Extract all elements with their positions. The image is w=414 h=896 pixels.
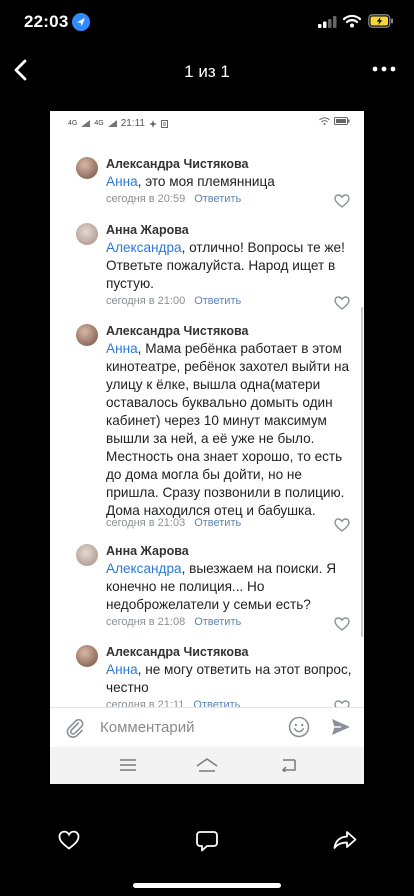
battery-icon xyxy=(368,14,393,28)
reply-button[interactable]: Ответить xyxy=(194,517,241,529)
home-indicator[interactable] xyxy=(133,883,281,888)
android-nav-bar xyxy=(50,747,364,784)
reply-button[interactable]: Ответить xyxy=(194,193,241,205)
heart-icon[interactable] xyxy=(334,296,350,310)
more-icon[interactable] xyxy=(372,62,396,76)
comment-body: , это моя племянница xyxy=(137,174,275,189)
comment-text: Анна, это моя племянница xyxy=(106,173,352,191)
wifi-icon xyxy=(319,117,330,125)
battery-icon xyxy=(334,117,350,125)
comment-author[interactable]: Анна Жарова xyxy=(106,223,189,237)
comment-text: Александра, отлично! Вопросы те же! Отве… xyxy=(106,239,352,293)
mention-link[interactable]: Анна xyxy=(106,174,138,189)
ios-status-bar: 22:03 xyxy=(0,0,414,44)
heart-icon[interactable] xyxy=(334,518,350,532)
wifi-icon xyxy=(343,14,361,28)
comments-list: Александра Чистякова Анна, это моя племя… xyxy=(50,135,364,717)
comment-author[interactable]: Анна Жарова xyxy=(106,544,189,558)
comment-meta: сегодня в 20:59 Ответить xyxy=(106,193,241,205)
heart-icon[interactable] xyxy=(334,194,350,208)
mention-link[interactable]: Анна xyxy=(106,662,138,677)
photo-counter: 1 из 1 xyxy=(184,62,230,81)
signal-icon xyxy=(81,120,91,127)
android-time: 21:11 xyxy=(120,118,145,129)
home-icon[interactable] xyxy=(196,757,218,773)
comment-time: сегодня в 21:08 xyxy=(106,616,186,628)
mention-link[interactable]: Александра xyxy=(106,240,182,255)
reply-button[interactable]: Ответить xyxy=(194,295,241,307)
comment-time: сегодня в 21:00 xyxy=(106,295,186,307)
android-status-bar: 4G 4G 21:11 xyxy=(50,111,364,135)
mention-link[interactable]: Александра xyxy=(106,561,182,576)
settings-spark-icon xyxy=(148,119,157,128)
clipboard-icon xyxy=(160,119,168,128)
scrollbar[interactable] xyxy=(361,307,363,637)
avatar[interactable] xyxy=(76,223,98,245)
smile-icon[interactable] xyxy=(288,716,310,738)
comment-compose-bar: Комментарий xyxy=(50,707,364,747)
comment-author[interactable]: Александра Чистякова xyxy=(106,157,248,171)
android-status-right xyxy=(319,117,350,125)
network-1: 4G xyxy=(68,120,78,127)
comment-meta: сегодня в 21:03 Ответить xyxy=(106,517,241,529)
reply-button[interactable]: Ответить xyxy=(194,616,241,628)
avatar[interactable] xyxy=(76,324,98,346)
menu-icon[interactable] xyxy=(120,759,136,771)
comment-icon[interactable] xyxy=(196,830,218,852)
avatar[interactable] xyxy=(76,157,98,179)
comment-time: сегодня в 20:59 xyxy=(106,193,186,205)
avatar[interactable] xyxy=(76,544,98,566)
status-time: 22:03 xyxy=(24,12,69,31)
comment-author[interactable]: Александра Чистякова xyxy=(106,645,248,659)
share-icon[interactable] xyxy=(333,830,357,850)
heart-icon[interactable] xyxy=(58,830,80,850)
photo-screenshot: 4G 4G 21:11 Александра Чистякова Анна, э… xyxy=(50,111,364,784)
mention-link[interactable]: Анна xyxy=(106,341,138,356)
viewer-nav-bar: 1 из 1 xyxy=(0,44,414,96)
comment-body: , не могу ответить на этот вопрос, честн… xyxy=(106,662,352,695)
comment-meta: сегодня в 21:00 Ответить xyxy=(106,295,241,307)
comment-text: Анна, не могу ответить на этот вопрос, ч… xyxy=(106,661,352,697)
bottom-actions xyxy=(0,820,414,860)
comment-body: , Мама ребёнка работает в этом кинотеатр… xyxy=(106,341,350,518)
android-status-left: 4G 4G 21:11 xyxy=(68,118,168,129)
signal-icon xyxy=(318,16,337,28)
location-arrow-icon xyxy=(72,13,90,31)
send-icon[interactable] xyxy=(330,716,352,738)
network-2: 4G xyxy=(94,120,104,127)
comment-meta: сегодня в 21:08 Ответить xyxy=(106,616,241,628)
signal-icon xyxy=(107,120,117,127)
comment-text: Александра, выезжаем на поиски. Я конечн… xyxy=(106,560,352,614)
back-icon[interactable] xyxy=(280,758,296,772)
comment-time: сегодня в 21:03 xyxy=(106,517,186,529)
comment-input[interactable]: Комментарий xyxy=(100,719,194,736)
heart-icon[interactable] xyxy=(334,617,350,631)
comment-text: Анна, Мама ребёнка работает в этом кинот… xyxy=(106,340,352,520)
avatar[interactable] xyxy=(76,645,98,667)
comment-author[interactable]: Александра Чистякова xyxy=(106,324,248,338)
attach-icon[interactable] xyxy=(64,717,86,739)
